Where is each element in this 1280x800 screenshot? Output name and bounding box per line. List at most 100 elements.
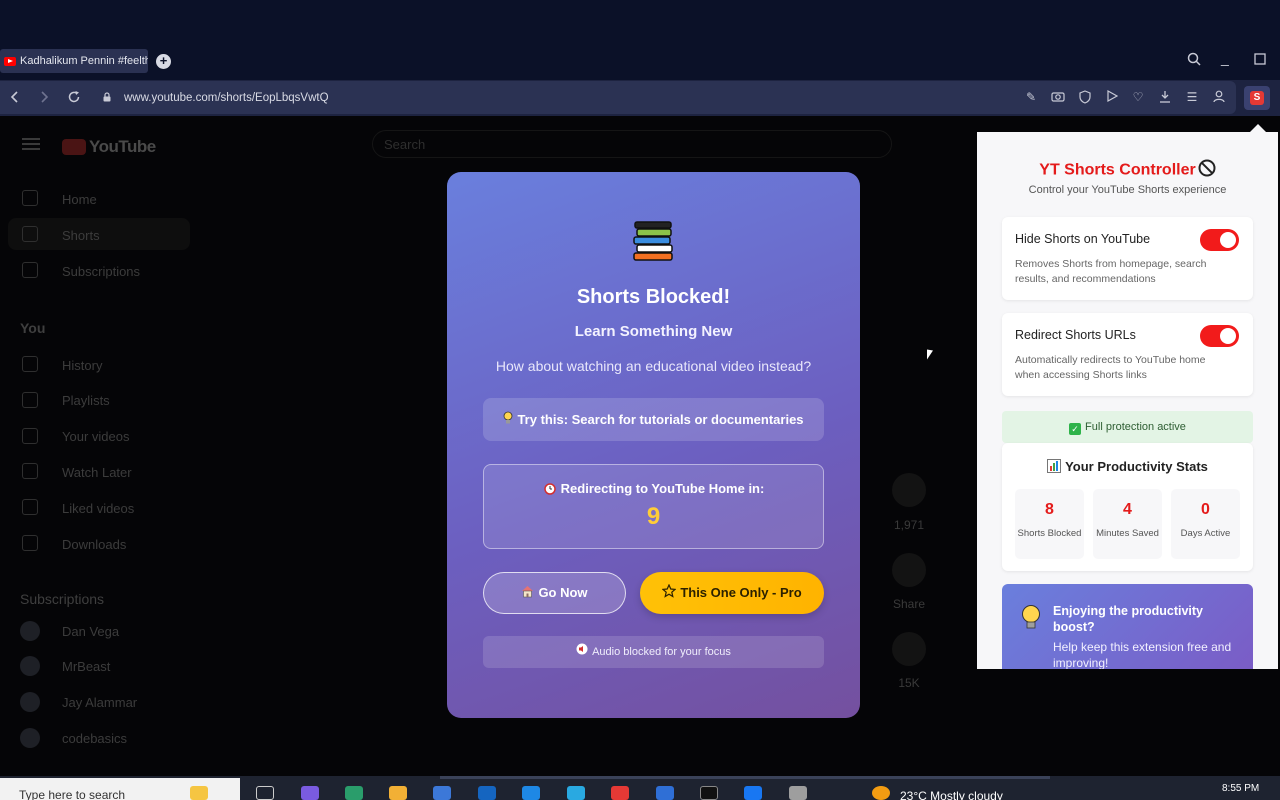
extension-button[interactable]: S — [1244, 86, 1270, 110]
prohibited-icon — [1198, 159, 1216, 182]
sidebar-item-watch-later[interactable]: Watch Later — [62, 465, 132, 480]
promo-title: Enjoying the productivity boost? — [1053, 604, 1204, 634]
overlay-subtitle: Learn Something New — [574, 323, 733, 340]
setting-label: Redirect Shorts URLs — [1015, 328, 1136, 342]
play-icon[interactable] — [1105, 89, 1119, 104]
new-tab-button[interactable]: + — [156, 54, 171, 69]
vscode-icon[interactable] — [522, 786, 540, 800]
shorts-blocked-overlay: Shorts Blocked! Learn Something New How … — [447, 172, 860, 718]
sidebar-sub-item[interactable]: Dan Vega — [62, 624, 119, 639]
weather-text[interactable]: 23°C Mostly cloudy — [900, 789, 1003, 800]
sidebar-item-your-videos[interactable]: Your videos — [62, 429, 129, 444]
remix-button[interactable] — [892, 632, 926, 666]
overlay-title: Shorts Blocked! — [576, 286, 731, 308]
sidebar-you-heading[interactable]: You — [20, 320, 45, 336]
comments-count: 1,971 — [893, 518, 925, 532]
history-icon — [22, 356, 38, 372]
minimize-icon[interactable]: _ — [1221, 50, 1229, 66]
store-icon[interactable] — [433, 786, 451, 800]
hamburger-icon[interactable] — [22, 138, 40, 150]
browser-tab[interactable]: Kadhalikum Pennin #feelthebeat — [0, 49, 148, 73]
youtube-search-placeholder: Search — [384, 137, 426, 152]
opera-icon[interactable] — [611, 786, 629, 800]
lightbulb-icon — [1022, 605, 1040, 629]
search-tabs-icon[interactable] — [1187, 52, 1201, 69]
liked-videos-icon — [22, 499, 38, 515]
your-videos-icon — [22, 428, 38, 444]
lock-icon[interactable] — [102, 92, 112, 102]
outlook-icon[interactable] — [478, 786, 496, 800]
telegram-icon[interactable] — [567, 786, 585, 800]
maximize-icon[interactable] — [1254, 52, 1266, 68]
sidebar-sub-item[interactable]: Jay Alammar — [62, 695, 137, 710]
sidebar-item-history[interactable]: History — [62, 358, 102, 373]
go-now-button[interactable]: Go Now — [483, 572, 626, 614]
overlay-question: How about watching an educational video … — [495, 358, 812, 374]
download-icon[interactable] — [1158, 90, 1172, 104]
shield-icon[interactable] — [1078, 90, 1092, 104]
sidebar-item-shorts[interactable]: Shorts — [62, 228, 100, 243]
stat-minutes-saved: 4 Minutes Saved — [1093, 489, 1162, 559]
reload-icon[interactable] — [67, 90, 81, 107]
forward-icon[interactable] — [40, 90, 50, 107]
share-button[interactable] — [892, 553, 926, 587]
url-text[interactable]: www.youtube.com/shorts/EopLbqsVwtQ — [124, 92, 329, 104]
app-icon[interactable] — [789, 786, 807, 800]
comments-button[interactable] — [892, 473, 926, 507]
edit-icon[interactable]: ✎ — [1024, 90, 1038, 104]
stats-title: Your Productivity Stats — [1002, 459, 1253, 476]
browser-titlebar — [0, 0, 1280, 80]
alarm-clock-icon — [543, 481, 557, 498]
copilot-icon[interactable] — [190, 786, 208, 800]
app-icon[interactable] — [301, 786, 319, 800]
hide-shorts-toggle[interactable] — [1200, 229, 1239, 251]
redirect-shorts-toggle[interactable] — [1200, 325, 1239, 347]
sidebar-item-downloads[interactable]: Downloads — [62, 537, 126, 552]
sidebar-item-liked-videos[interactable]: Liked videos — [62, 501, 134, 516]
sidebar-sub-item[interactable]: MrBeast — [62, 659, 110, 674]
menu-icon[interactable]: ☰ — [1185, 90, 1199, 104]
redirect-label: Redirecting to YouTube Home in: — [560, 481, 765, 496]
weather-icon[interactable] — [872, 786, 890, 800]
tip-text: Try this: Search for tutorials or docume… — [517, 412, 804, 427]
edge-icon[interactable] — [345, 786, 363, 800]
check-icon: ✓ — [1069, 423, 1082, 435]
remix-count: 15K — [898, 676, 920, 690]
popup-subtitle: Control your YouTube Shorts experience — [1028, 184, 1227, 196]
back-icon[interactable] — [9, 90, 19, 107]
horizontal-scrollbar[interactable] — [440, 776, 1050, 779]
sidebar-sub-item[interactable]: codebasics — [62, 731, 127, 746]
profile-icon[interactable] — [1212, 90, 1226, 104]
house-icon — [521, 574, 534, 614]
intellij-icon[interactable] — [700, 786, 718, 800]
avatar — [20, 656, 40, 676]
popup-arrow — [1250, 124, 1266, 132]
redirect-box: Redirecting to YouTube Home in: 9 — [483, 464, 824, 549]
youtube-logo[interactable]: YouTube — [62, 137, 156, 157]
camera-icon[interactable] — [1051, 90, 1065, 104]
setting-label: Hide Shorts on YouTube — [1015, 232, 1151, 246]
youtube-favicon-icon — [4, 56, 16, 66]
promo-card: Enjoying the productivity boost? Help ke… — [1002, 584, 1253, 669]
avatar — [20, 621, 40, 641]
avatar — [20, 728, 40, 748]
stats-card: Your Productivity Stats 8 Shorts Blocked… — [1002, 443, 1253, 571]
task-view-icon[interactable] — [256, 786, 274, 800]
sidebar-item-subscriptions[interactable]: Subscriptions — [62, 264, 140, 279]
clock-time[interactable]: 8:55 PM — [1222, 783, 1259, 794]
app-icon[interactable] — [656, 786, 674, 800]
facebook-icon[interactable] — [744, 786, 762, 800]
file-explorer-icon[interactable] — [389, 786, 407, 800]
sidebar-item-home[interactable]: Home — [62, 192, 97, 207]
home-icon — [22, 190, 38, 206]
sidebar-item-playlists[interactable]: Playlists — [62, 393, 110, 408]
heart-icon[interactable]: ♡ — [1131, 90, 1145, 104]
youtube-search-box[interactable] — [372, 130, 892, 158]
setting-description: Removes Shorts from homepage, search res… — [1015, 258, 1207, 285]
countdown-number: 9 — [646, 503, 661, 530]
bar-chart-icon — [1047, 459, 1061, 476]
extension-popup: YT Shorts Controller Control your YouTub… — [977, 132, 1278, 669]
sidebar-subscriptions-heading: Subscriptions — [20, 591, 105, 607]
this-one-only-pro-button[interactable]: This One Only - Pro — [640, 572, 824, 614]
watch-later-icon — [22, 463, 38, 479]
